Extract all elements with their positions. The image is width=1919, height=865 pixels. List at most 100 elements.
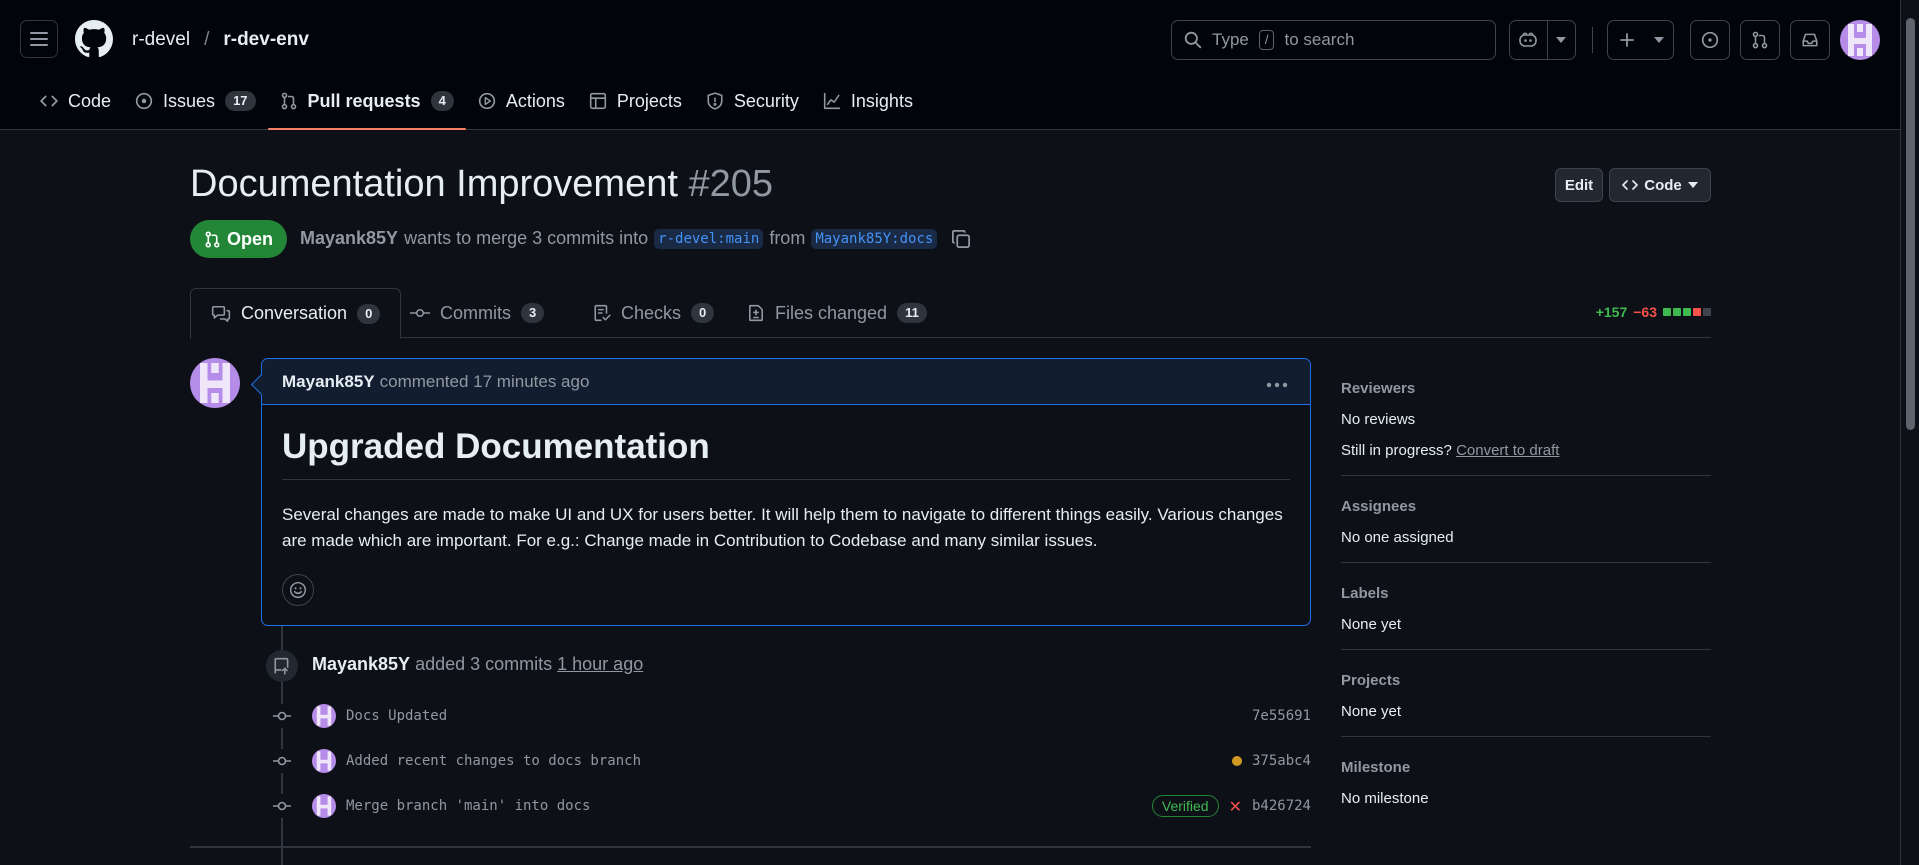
code-icon	[40, 95, 58, 107]
milestone-value: No milestone	[1341, 790, 1429, 807]
timeline-author-link[interactable]: Mayank85Y	[312, 654, 410, 675]
create-new-button[interactable]	[1607, 20, 1674, 60]
pull-requests-header-button[interactable]	[1740, 20, 1780, 60]
tab-commits-label: Commits	[440, 302, 511, 323]
checklist-icon	[594, 304, 611, 322]
head-branch[interactable]: Mayank85Y:docs	[811, 228, 938, 249]
commit-author-avatar[interactable]	[312, 794, 336, 818]
inbox-button[interactable]	[1790, 20, 1830, 60]
issue-icon	[135, 92, 153, 110]
tab-files-changed-label: Files changed	[775, 302, 888, 323]
issues-count: 17	[225, 91, 256, 111]
commit-message[interactable]: Added recent changes to docs branch	[346, 753, 641, 769]
repo-link[interactable]: r-dev-env	[223, 29, 309, 51]
pr-author-link[interactable]: Mayank85Y	[300, 228, 398, 249]
base-branch[interactable]: r-devel:main	[654, 228, 764, 249]
x-icon[interactable]: ✕	[1229, 797, 1242, 816]
commits-count: 3	[521, 303, 545, 323]
assignees-title[interactable]: Assignees	[1341, 498, 1711, 515]
comment-icon	[211, 305, 231, 322]
search-input[interactable]: Type / to search	[1171, 20, 1496, 60]
commit-sha[interactable]: 7e55691	[1252, 708, 1311, 724]
tab-conversation-label: Conversation	[241, 303, 348, 323]
milestone-title[interactable]: Milestone	[1341, 759, 1711, 776]
commit-sha[interactable]: b426724	[1252, 798, 1311, 814]
tab-checks[interactable]: Checks 0	[573, 288, 734, 338]
commit-sha[interactable]: 375abc4	[1252, 753, 1311, 769]
assignees-section: Assignees No one assigned	[1341, 490, 1711, 563]
scrollbar-thumb[interactable]	[1906, 18, 1915, 430]
issues-header-button[interactable]	[1690, 20, 1730, 60]
search-icon	[1184, 31, 1202, 49]
page-scrollbar[interactable]	[1900, 0, 1919, 865]
code-dropdown-button[interactable]: Code	[1609, 168, 1711, 202]
menu-button[interactable]	[20, 20, 58, 58]
tab-issues-label: Issues	[163, 90, 216, 111]
tab-conversation[interactable]: Conversation 0	[190, 288, 402, 339]
tab-issues[interactable]: Issues 17	[123, 84, 268, 118]
page-title: Documentation Improvement #205	[190, 163, 773, 206]
copilot-button[interactable]	[1509, 20, 1576, 60]
reviewers-title[interactable]: Reviewers	[1341, 380, 1711, 397]
projects-title[interactable]: Projects	[1341, 672, 1711, 689]
edit-button[interactable]: Edit	[1555, 168, 1603, 202]
play-icon	[478, 92, 495, 110]
labels-title[interactable]: Labels	[1341, 585, 1711, 602]
pr-meta: Mayank85Y wants to merge 3 commits into …	[300, 228, 971, 249]
verified-badge[interactable]: Verified	[1151, 795, 1219, 817]
copy-icon[interactable]	[951, 229, 971, 249]
comment-options-button[interactable]	[1266, 371, 1288, 394]
draft-prompt: Still in progress? Convert to draft	[1341, 442, 1711, 459]
tab-actions[interactable]: Actions	[466, 84, 577, 118]
graph-icon	[823, 92, 841, 110]
owner-link[interactable]: r-devel	[132, 29, 190, 51]
comment-author-link[interactable]: Mayank85Y	[282, 372, 375, 392]
timeline-time-link[interactable]: 1 hour ago	[557, 654, 643, 675]
pr-title-text: Documentation Improvement	[190, 163, 678, 205]
tab-commits[interactable]: Commits 3	[390, 288, 564, 338]
pr-meta-text: wants to merge 3 commits into	[404, 228, 649, 248]
commit-row: Added recent changes to docs branch 375a…	[270, 746, 1311, 776]
files-changed-count: 11	[897, 303, 927, 323]
commit-icon	[270, 794, 294, 818]
comment-header: Mayank85Y commented 17 minutes ago	[262, 359, 1310, 405]
github-logo-icon[interactable]	[75, 20, 113, 58]
checks-count: 0	[691, 303, 715, 323]
pending-check-icon[interactable]	[1231, 756, 1242, 766]
convert-to-draft-link[interactable]: Convert to draft	[1456, 442, 1559, 459]
tab-insights[interactable]: Insights	[811, 84, 925, 118]
additions-count: +157	[1595, 304, 1628, 320]
pr-sidebar: Reviewers No reviews Still in progress? …	[1341, 372, 1711, 837]
commit-row: Docs Updated 7e55691	[270, 701, 1311, 731]
comment-action-text: commented 17 minutes ago	[379, 371, 590, 391]
add-reaction-button[interactable]	[282, 574, 314, 606]
search-suffix: to search	[1284, 30, 1355, 49]
tab-files-changed[interactable]: Files changed 11	[727, 288, 947, 338]
chevron-down-icon	[1556, 37, 1567, 43]
tab-projects[interactable]: Projects	[577, 84, 694, 118]
pr-number: #205	[688, 163, 774, 205]
smiley-icon	[289, 581, 307, 599]
tab-pull-requests[interactable]: Pull requests 4	[267, 84, 467, 130]
timeline-action: added 3 commits	[415, 654, 553, 674]
pull-requests-count: 4	[430, 91, 454, 111]
status-badge: Open	[190, 220, 288, 258]
commit-author-avatar[interactable]	[312, 749, 336, 773]
user-avatar[interactable]	[1840, 20, 1880, 60]
breadcrumb-separator: /	[204, 29, 210, 50]
comment-author-avatar[interactable]	[190, 358, 240, 408]
commit-message[interactable]: Merge branch 'main' into docs	[346, 798, 590, 814]
assignees-value: No one assigned	[1341, 529, 1454, 546]
diffstat-blocks	[1663, 308, 1711, 316]
code-icon	[1622, 180, 1639, 190]
commit-message[interactable]: Docs Updated	[346, 708, 447, 724]
chevron-down-icon	[1687, 182, 1698, 188]
edit-button-label: Edit	[1564, 176, 1594, 194]
draft-prompt-text: Still in progress?	[1341, 442, 1452, 459]
tab-security[interactable]: Security	[694, 84, 811, 118]
tab-code[interactable]: Code	[28, 84, 123, 118]
tab-actions-label: Actions	[505, 90, 565, 111]
shield-icon	[707, 92, 723, 110]
milestone-section: Milestone No milestone	[1341, 751, 1711, 823]
commit-author-avatar[interactable]	[312, 704, 336, 728]
